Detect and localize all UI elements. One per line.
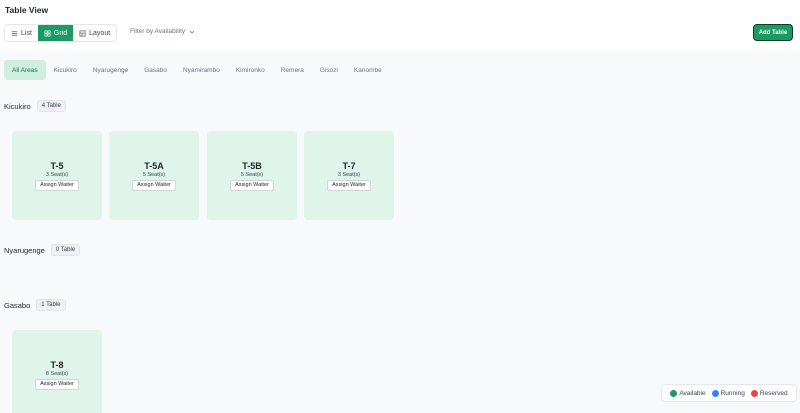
area-tab-kicukiro[interactable]: Kicukiro [46,60,85,80]
section-name: Kicukiro [4,101,31,111]
table-name: T-5A [144,160,164,171]
legend-label: Available [679,389,706,397]
seat-count: 5 Seat(s) [142,171,166,178]
legend-label: Reserved [759,389,788,397]
reserved-dot-icon [750,389,758,397]
table-card[interactable]: T-5A 5 Seat(s) Assign Waiter [109,131,199,220]
list-view-button[interactable]: List [5,25,38,41]
area-tab-nyarugenge[interactable]: Nyarugenge [85,60,136,80]
chevron-down-icon [190,30,195,34]
assign-waiter-button[interactable]: Assign Waiter [35,378,79,390]
table-count-badge: 1 Table [36,299,66,311]
layout-icon [79,30,86,36]
section-header-nyarugenge: Nyarugenge 0 Table [4,244,81,256]
table-name: T-5B [242,160,262,171]
grid-view-button[interactable]: Grid [37,25,74,41]
layout-view-button[interactable]: Layout [73,25,116,41]
add-table-button[interactable]: Add Table [753,24,793,41]
list-icon [11,30,18,36]
section-name: Gasabo [4,300,31,310]
assign-waiter-button[interactable]: Assign Waiter [35,179,79,191]
table-card[interactable]: T-7 3 Seat(s) Assign Waiter [304,131,394,220]
grid-view-label: Grid [53,29,68,37]
available-dot-icon [670,389,678,397]
area-tab-gisozi[interactable]: Gisozi [312,60,346,80]
view-toggle: List Grid Layout [4,24,118,42]
area-tab-kimironko[interactable]: Kimironko [228,60,273,80]
area-tabs: All Areas Kicukiro Nyarugenge Gasabo Nya… [4,60,390,80]
legend-available: Available [670,389,706,397]
table-card[interactable]: T-5B 5 Seat(s) Assign Waiter [207,131,297,220]
assign-waiter-button[interactable]: Assign Waiter [132,179,176,191]
legend-label: Running [720,389,745,397]
area-tab-gasabo[interactable]: Gasabo [136,60,175,80]
assign-waiter-button[interactable]: Assign Waiter [327,179,371,191]
area-tab-all-areas[interactable]: All Areas [4,60,46,80]
area-tab-kanombe[interactable]: Kanombe [346,60,390,80]
seat-count: 8 Seat(s) [45,370,69,377]
legend-running: Running [711,389,745,397]
grid-icon [44,30,51,36]
assign-waiter-button[interactable]: Assign Waiter [230,179,274,191]
seat-count: 3 Seat(s) [337,171,361,178]
seat-count: 3 Seat(s) [45,171,69,178]
area-tab-nyamirambo[interactable]: Nyamirambo [175,60,228,80]
section-header-kicukiro: Kicukiro 4 Table [4,100,66,112]
running-dot-icon [711,389,719,397]
layout-view-label: Layout [89,29,111,37]
availability-filter[interactable]: Filter by Availability [130,28,195,35]
table-card[interactable]: T-5 3 Seat(s) Assign Waiter [12,131,102,220]
page-title: Table View [5,5,49,15]
table-count-badge: 4 Table [36,100,66,112]
filter-label: Filter by Availability [130,28,186,35]
table-name: T-5 [50,160,64,171]
status-legend: Available Running Reserved [661,384,797,402]
top-bar [0,0,800,50]
table-name: T-8 [50,359,64,370]
table-name: T-7 [342,160,356,171]
table-card[interactable]: T-8 8 Seat(s) Assign Waiter [12,330,102,413]
area-tab-remera[interactable]: Remera [273,60,312,80]
section-name: Nyarugenge [4,245,45,255]
table-count-badge: 0 Table [50,244,81,256]
legend-reserved: Reserved [750,389,788,397]
section-header-gasabo: Gasabo 1 Table [4,299,66,311]
seat-count: 5 Seat(s) [240,171,264,178]
list-view-label: List [21,29,32,37]
